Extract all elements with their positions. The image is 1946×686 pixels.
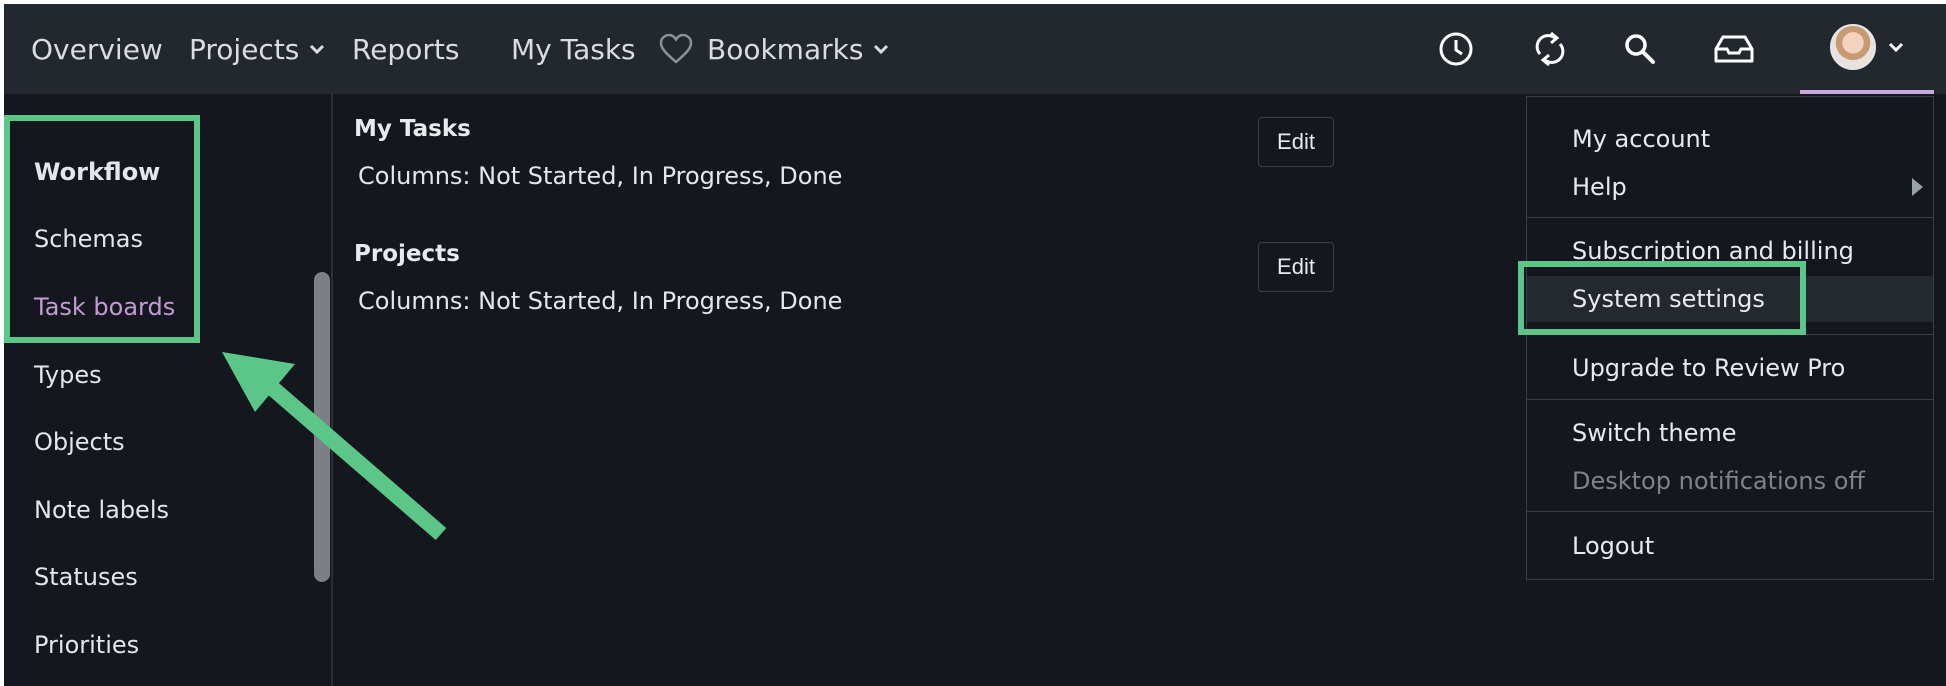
- menu-item-upgrade[interactable]: Upgrade to Review Pro: [1527, 345, 1933, 391]
- nav-projects[interactable]: Projects: [189, 4, 325, 94]
- nav-reports[interactable]: Reports: [352, 4, 459, 94]
- board-columns: Columns: Not Started, In Progress, Done: [358, 287, 843, 315]
- app-window: Overview Projects Reports My Tasks Bookm…: [4, 4, 1946, 686]
- menu-item-switch-theme[interactable]: Switch theme: [1527, 410, 1933, 456]
- nav-my-tasks[interactable]: My Tasks: [511, 4, 636, 94]
- menu-item-label: Help: [1572, 173, 1627, 201]
- sidebar-item-types[interactable]: Types: [34, 361, 102, 389]
- menu-divider: [1527, 511, 1933, 512]
- menu-item-logout[interactable]: Logout: [1527, 523, 1933, 569]
- menu-item-system-settings[interactable]: System settings: [1527, 276, 1933, 322]
- menu-item-label: Logout: [1572, 532, 1655, 560]
- sidebar-scrollbar[interactable]: [314, 272, 330, 582]
- top-navigation-bar: Overview Projects Reports My Tasks Bookm…: [4, 4, 1946, 94]
- nav-overview[interactable]: Overview: [31, 4, 163, 94]
- menu-item-label: Switch theme: [1572, 419, 1737, 447]
- menu-item-label: Subscription and billing: [1572, 237, 1854, 265]
- sidebar-item-objects[interactable]: Objects: [34, 428, 125, 456]
- clock-icon[interactable]: [1426, 4, 1486, 94]
- menu-divider: [1527, 217, 1933, 218]
- menu-divider: [1527, 334, 1933, 335]
- menu-item-label: Desktop notifications off: [1572, 467, 1865, 495]
- sidebar-item-priorities[interactable]: Priorities: [34, 631, 139, 659]
- user-menu-toggle[interactable]: [1800, 4, 1934, 94]
- inbox-icon[interactable]: [1704, 4, 1764, 94]
- board-title: Projects: [354, 241, 460, 267]
- menu-item-help[interactable]: Help: [1527, 164, 1933, 210]
- nav-reports-label: Reports: [352, 32, 460, 66]
- nav-projects-label: Projects: [189, 32, 300, 66]
- board-columns: Columns: Not Started, In Progress, Done: [358, 162, 843, 190]
- sidebar-item-statuses[interactable]: Statuses: [34, 563, 138, 591]
- sidebar-item-note-labels[interactable]: Note labels: [34, 496, 169, 524]
- sidebar-item-task-boards[interactable]: Task boards: [34, 293, 175, 321]
- sidebar-item-schemas[interactable]: Schemas: [34, 225, 143, 253]
- menu-divider: [1527, 399, 1933, 400]
- nav-overview-label: Overview: [31, 32, 163, 66]
- menu-item-my-account[interactable]: My account: [1527, 116, 1933, 162]
- chevron-down-icon: [1888, 41, 1904, 53]
- board-title: My Tasks: [354, 116, 471, 142]
- menu-item-subscription[interactable]: Subscription and billing: [1527, 228, 1933, 274]
- nav-my-tasks-label: My Tasks: [511, 32, 636, 66]
- submenu-arrow-icon: [1912, 178, 1923, 196]
- sync-icon[interactable]: [1520, 4, 1580, 94]
- user-dropdown-menu: My account Help Subscription and billing…: [1526, 96, 1934, 580]
- nav-bookmarks-label: Bookmarks: [707, 32, 864, 66]
- settings-sidebar: Workflow Schemas Task boards Types Objec…: [4, 94, 333, 686]
- edit-button[interactable]: Edit: [1258, 117, 1334, 167]
- menu-item-desktop-notifications: Desktop notifications off: [1527, 458, 1933, 504]
- nav-bookmarks[interactable]: Bookmarks: [659, 4, 889, 94]
- menu-item-label: My account: [1572, 125, 1711, 153]
- search-icon[interactable]: [1610, 4, 1670, 94]
- menu-item-label: Upgrade to Review Pro: [1572, 354, 1846, 382]
- chevron-down-icon: [309, 43, 325, 55]
- menu-item-label: System settings: [1572, 285, 1765, 313]
- chevron-down-icon: [873, 43, 889, 55]
- avatar: [1830, 24, 1876, 70]
- sidebar-item-workflow[interactable]: Workflow: [34, 158, 160, 186]
- edit-button[interactable]: Edit: [1258, 242, 1334, 292]
- heart-icon: [659, 34, 693, 64]
